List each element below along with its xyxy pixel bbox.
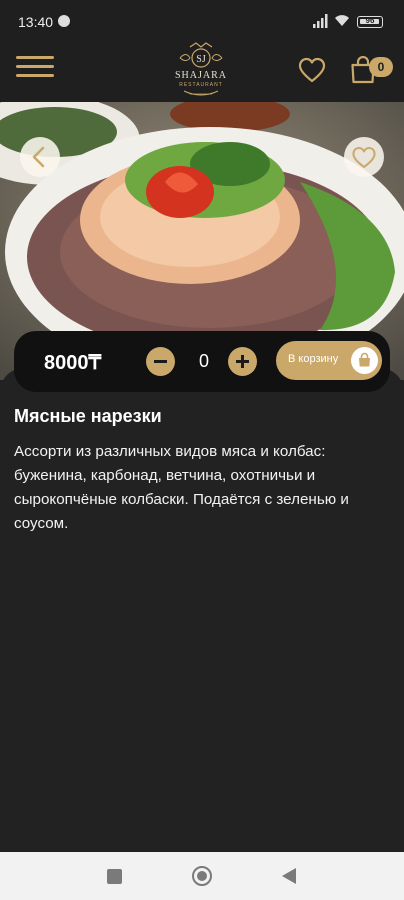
quantity-value: 0	[198, 351, 209, 371]
heart-icon[interactable]	[298, 57, 326, 83]
recent-apps-icon[interactable]	[107, 869, 122, 884]
wifi-icon	[335, 15, 349, 26]
increase-quantity-button[interactable]	[228, 347, 257, 376]
home-icon[interactable]	[192, 866, 212, 886]
logo-subtext: RESTAURANT	[179, 82, 223, 88]
logo-monogram: SJ	[196, 54, 206, 65]
cart-count-badge: 0	[369, 57, 393, 77]
favorite-button[interactable]	[344, 137, 384, 177]
back-button[interactable]	[20, 137, 60, 177]
add-to-cart-label: В корзину	[288, 353, 339, 365]
heart-icon	[352, 147, 376, 168]
logo-text: SHAJARA	[174, 70, 227, 81]
shopping-bag-icon	[351, 347, 378, 374]
status-bar: 13:40 96	[0, 0, 404, 40]
system-navigation-bar	[0, 852, 404, 900]
status-time: 13:40	[18, 14, 54, 30]
restaurant-logo[interactable]: SJ SHAJARA RESTAURANT	[160, 41, 242, 99]
quantity-stepper: 0	[144, 340, 262, 384]
signal-icon	[313, 14, 328, 28]
chevron-left-icon	[32, 146, 45, 168]
product-price: 8000₸	[44, 352, 102, 374]
decrease-quantity-button[interactable]	[146, 347, 175, 376]
price-quantity-bar: 8000₸ 0 В корзину	[14, 331, 390, 392]
battery-level: 96	[365, 16, 375, 25]
top-app-bar: SJ SHAJARA RESTAURANT 0	[0, 40, 404, 102]
add-to-cart-button[interactable]: В корзину	[276, 341, 382, 380]
whatsapp-icon	[58, 15, 70, 27]
product-description: Ассорти из различных видов мяса и колбас…	[14, 443, 349, 532]
back-triangle-icon[interactable]	[282, 868, 296, 884]
battery-icon: 96	[357, 16, 383, 28]
product-title: Мясные нарезки	[14, 406, 162, 426]
hamburger-menu-icon[interactable]	[16, 54, 54, 80]
